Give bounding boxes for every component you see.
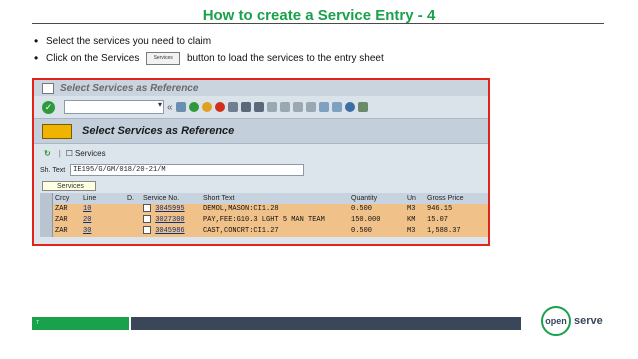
- logo-word: serve: [574, 315, 603, 327]
- cell-deleted: [125, 226, 141, 237]
- row-checkbox[interactable]: [143, 226, 151, 235]
- dropdown-arrow-icon[interactable]: ▾: [158, 100, 162, 109]
- cell-service-no[interactable]: 3045986: [141, 226, 201, 237]
- services-tooltip: Services: [42, 181, 96, 191]
- column-header-short-text: Short Text: [203, 195, 235, 202]
- table-row[interactable]: ZAR 10 3045995 DEMOL,MASON:CI1.28 0.500 …: [40, 204, 488, 215]
- row-selector[interactable]: [40, 215, 53, 226]
- toolbar-separator: |: [58, 148, 61, 158]
- bullet-text-before: Click on the Services: [46, 53, 140, 64]
- print-icon[interactable]: [227, 102, 238, 112]
- cell-crcy: ZAR: [55, 205, 68, 213]
- services-icon[interactable]: ☐: [66, 149, 73, 158]
- next-page-icon[interactable]: [292, 102, 303, 112]
- title-divider: [32, 23, 604, 24]
- short-text-row: Sh. Text IE195/G/GM/018/20-21/M: [34, 162, 488, 178]
- footer-page-bar: 7: [32, 317, 129, 330]
- table-header: Crcy Line D. Service No. Short Text Quan…: [40, 193, 488, 204]
- bullet-select-services: Select the services you need to claim: [34, 33, 614, 50]
- footer-dark-bar: [131, 317, 521, 330]
- adopt-services-icon[interactable]: ↻: [44, 149, 51, 158]
- cell-short-text: DEMOL,MASON:CI1.28: [203, 205, 279, 213]
- cell-service-no[interactable]: 3027300: [141, 215, 201, 226]
- cell-deleted: [125, 204, 141, 215]
- openserve-logo: open serve: [541, 304, 625, 338]
- cell-unit: M3: [407, 227, 416, 235]
- services-button[interactable]: Services: [75, 149, 106, 158]
- column-header-gross-price: Gross Price: [427, 195, 464, 202]
- logo-mark: open: [541, 306, 571, 336]
- slide-title: How to create a Service Entry - 4: [202, 7, 436, 24]
- select-all-column[interactable]: [40, 193, 53, 204]
- cell-unit: KM: [407, 216, 416, 224]
- exit-icon[interactable]: [201, 102, 212, 112]
- cell-gross-price: 1,588.37: [427, 227, 461, 235]
- table-row[interactable]: ZAR 20 3027300 PAY,FEE:G10.3 LGHT 5 MAN …: [40, 215, 488, 226]
- sap-window-titlebar: Select Services as Reference: [34, 80, 488, 96]
- new-session-icon[interactable]: [318, 102, 329, 112]
- previous-page-icon[interactable]: [279, 102, 290, 112]
- layout-menu-icon[interactable]: [357, 102, 368, 112]
- row-checkbox[interactable]: [143, 215, 151, 224]
- cell-line[interactable]: 30: [81, 226, 125, 237]
- cell-quantity: 0.500: [351, 227, 373, 235]
- cell-short-text: CAST,CONCRT:CI1.27: [203, 227, 279, 235]
- column-header-service-no: Service No.: [143, 195, 180, 202]
- shortcut-icon[interactable]: [331, 102, 342, 112]
- cell-gross-price: 946.15: [427, 205, 453, 213]
- save-icon[interactable]: [175, 102, 186, 112]
- column-header-deleted: D.: [127, 195, 134, 202]
- window-title: Select Services as Reference: [60, 82, 199, 94]
- column-header-unit: Un: [407, 195, 416, 202]
- bullet-click-services: Click on the Services Services button to…: [34, 50, 614, 67]
- sap-screenshot: Select Services as Reference ✓ ▾ « Selec…: [32, 78, 490, 246]
- sap-standard-toolbar: ✓ ▾ «: [34, 96, 488, 119]
- screen-title: Select Services as Reference: [82, 125, 235, 137]
- row-selector[interactable]: [40, 226, 53, 237]
- last-page-icon[interactable]: [305, 102, 316, 112]
- back-arrows-icon[interactable]: «: [167, 102, 173, 113]
- sap-screen-header: Select Services as Reference: [34, 119, 488, 144]
- find-next-icon[interactable]: [253, 102, 264, 112]
- page-number: 7: [36, 320, 39, 326]
- cell-line[interactable]: 10: [81, 204, 125, 215]
- cell-quantity: 0.500: [351, 205, 373, 213]
- column-header-quantity: Quantity: [351, 195, 378, 202]
- service-no-link[interactable]: 3045986: [155, 227, 184, 235]
- cell-unit: M3: [407, 205, 416, 213]
- service-no-link[interactable]: 3045995: [155, 205, 184, 213]
- services-table: Crcy Line D. Service No. Short Text Quan…: [40, 193, 488, 237]
- table-row[interactable]: ZAR 30 3045986 CAST,CONCRT:CI1.27 0.500 …: [40, 226, 488, 237]
- cancel-icon[interactable]: [214, 102, 225, 112]
- short-text-field[interactable]: IE195/G/GM/018/20-21/M: [70, 164, 305, 176]
- cell-deleted: [125, 215, 141, 226]
- instruction-list: Select the services you need to claim Cl…: [34, 33, 614, 67]
- help-icon[interactable]: [344, 102, 355, 112]
- find-icon[interactable]: [240, 102, 251, 112]
- bullet-text-after: button to load the services to the entry…: [186, 53, 384, 64]
- back-icon[interactable]: [188, 102, 199, 112]
- row-checkbox[interactable]: [143, 204, 151, 213]
- first-page-icon[interactable]: [266, 102, 277, 112]
- row-selector[interactable]: [40, 204, 53, 215]
- application-toolbar: ↻ | ☐ Services: [34, 144, 488, 162]
- cell-gross-price: 15.07: [427, 216, 449, 224]
- cell-short-text: PAY,FEE:G10.3 LGHT 5 MAN TEAM: [203, 216, 325, 224]
- cell-service-no[interactable]: 3045995: [141, 204, 201, 215]
- short-text-label: Sh. Text: [40, 166, 66, 174]
- enter-check-icon[interactable]: ✓: [42, 100, 55, 114]
- cell-crcy: ZAR: [55, 216, 68, 224]
- command-field[interactable]: ▾: [64, 100, 164, 114]
- cell-quantity: 150.000: [351, 216, 381, 224]
- services-button-image: Services: [146, 51, 181, 65]
- screen-menu-icon[interactable]: [42, 123, 72, 139]
- column-header-line: Line: [83, 195, 97, 202]
- cell-line[interactable]: 20: [81, 215, 125, 226]
- window-menu-icon[interactable]: [42, 82, 54, 94]
- service-no-link[interactable]: 3027300: [155, 216, 184, 224]
- column-header-crcy: Crcy: [55, 195, 70, 202]
- cell-crcy: ZAR: [55, 227, 68, 235]
